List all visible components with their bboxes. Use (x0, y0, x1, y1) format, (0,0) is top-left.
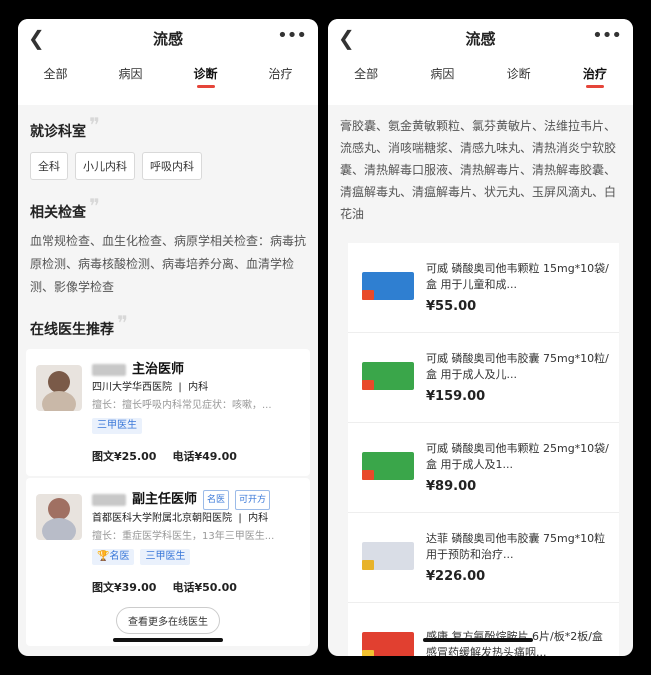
product-name: 达菲 磷酸奥司他韦胶囊 75mg*10粒 用于预防和治疗... (426, 532, 606, 561)
product-price: ¥55.00 (426, 299, 477, 314)
product-image (360, 440, 416, 496)
tab-cause[interactable]: 病因 (417, 65, 467, 82)
more-icon[interactable]: ••• (277, 25, 307, 46)
product-item[interactable]: 达菲 磷酸奥司他韦胶囊 75mg*10粒 用于预防和治疗... ¥226.00 (348, 513, 619, 603)
img-consult-price[interactable]: 图文¥25.00 (92, 448, 156, 464)
drug-list-text: 膏胶囊、氨金黄敏颗粒、氯芬黄敏片、法维拉韦片、流感丸、消咳喘糖浆、清感九味丸、清… (328, 105, 633, 235)
product-label-shape (362, 559, 374, 570)
home-indicator (423, 638, 533, 642)
product-image (360, 620, 416, 656)
img-consult-price[interactable]: 图文¥39.00 (92, 579, 156, 595)
section-title: 就诊科室 ❞ (30, 113, 100, 140)
top-bar: ❮ 流感 ••• (328, 19, 633, 57)
product-name: 感康 复方氨酚烷胺片 6片/板*2板/盒 感冒药缓解发热头痛咽... (426, 629, 603, 657)
product-name: 可威 磷酸奥司他韦颗粒 15mg*10袋/盒 用于儿童和成... (426, 262, 609, 291)
tag: 可开方 (235, 490, 271, 510)
hospital: 四川大学华西医院 (92, 382, 172, 393)
tag: 名医 (203, 490, 230, 510)
product-image (360, 530, 416, 586)
product-name: 可威 磷酸奥司他韦胶囊 75mg*10粒/盒 用于成人及儿... (426, 352, 609, 381)
doctor-title: 主治医师 (132, 362, 185, 377)
right-screen: ❮ 流感 ••• 全部 病因 诊断 治疗 膏胶囊、氨金黄敏颗粒、氯芬黄敏片、法维… (328, 19, 633, 656)
tab-cause[interactable]: 病因 (106, 65, 156, 82)
page-title: 流感 (152, 30, 183, 48)
more-doctors-button[interactable]: 查看更多在线医生 (116, 607, 220, 634)
doctor-card[interactable]: 副主任医师 名医 可开方 首都医科大学附属北京朝阳医院 | 内科 擅长：重症医学科… (26, 478, 310, 646)
home-indicator (113, 638, 223, 642)
product-item[interactable]: 可威 磷酸奥司他韦颗粒 15mg*10袋/盒 用于儿童和成... ¥55.00 (348, 243, 619, 333)
top-bar: ❮ 流感 ••• (18, 19, 318, 57)
doctor-avatar (36, 365, 82, 411)
good-at: 擅长：擅长呼吸内科常见症状：咳嗽，... (92, 400, 272, 411)
product-label-shape (362, 469, 374, 480)
section-title: 相关检查 ❞ (30, 194, 100, 221)
tab-bar: 全部 病因 诊断 治疗 (328, 57, 633, 105)
famous-badge: 🏆名医 (92, 549, 135, 565)
trophy-icon: 🏆 (97, 551, 110, 562)
product-image (360, 260, 416, 316)
phone-consult-price[interactable]: 电话¥49.00 (172, 448, 236, 464)
product-item[interactable]: 可威 磷酸奥司他韦胶囊 75mg*10粒/盒 用于成人及儿... ¥159.00 (348, 333, 619, 423)
hospital: 首都医科大学附属北京朝阳医院 (92, 513, 232, 524)
tab-treatment[interactable]: 治疗 (570, 65, 620, 88)
product-price: ¥89.00 (426, 479, 477, 494)
department: 内科 (188, 382, 209, 393)
good-at: 擅长：重症医学科医生，13年三甲医生... (92, 531, 275, 542)
product-item[interactable]: 可威 磷酸奥司他韦颗粒 25mg*10袋/盒 用于成人及1... ¥89.00 (348, 423, 619, 513)
doctor-title: 副主任医师 (132, 492, 198, 507)
dept-chip[interactable]: 小儿内科 (75, 152, 135, 180)
more-icon[interactable]: ••• (592, 25, 622, 46)
tab-diagnosis[interactable]: 诊断 (181, 65, 231, 88)
product-label-shape (362, 379, 374, 390)
product-name: 可威 磷酸奥司他韦颗粒 25mg*10袋/盒 用于成人及1... (426, 442, 609, 471)
department: 内科 (248, 513, 269, 524)
product-item[interactable]: 感康 复方氨酚烷胺片 6片/板*2板/盒 感冒药缓解发热头痛咽... (348, 603, 619, 656)
left-screen: ❮ 流感 ••• 全部 病因 诊断 治疗 就诊科室 ❞ 全科 小儿内科 呼吸内科 … (18, 19, 318, 656)
phone-consult-price[interactable]: 电话¥50.00 (172, 579, 236, 595)
product-price: ¥159.00 (426, 389, 486, 404)
blurred-name (92, 364, 126, 376)
tab-all[interactable]: 全部 (341, 65, 391, 82)
product-label-shape (362, 289, 374, 300)
tab-treatment[interactable]: 治疗 (256, 65, 306, 82)
dept-chip[interactable]: 全科 (30, 152, 68, 180)
section-title: 在线医生推荐 ❞ (30, 311, 128, 338)
doctor-card[interactable]: 主治医师 四川大学华西医院 | 内科 擅长：擅长呼吸内科常见症状：咳嗽，... … (26, 349, 310, 476)
badge: 三甲医生 (140, 549, 191, 565)
tab-diagnosis[interactable]: 诊断 (494, 65, 544, 82)
dept-list: 全科 小儿内科 呼吸内科 (30, 152, 306, 180)
product-image (360, 350, 416, 406)
tab-bar: 全部 病因 诊断 治疗 (18, 57, 318, 105)
doctor-avatar (36, 494, 82, 540)
page-title: 流感 (465, 30, 496, 48)
product-list: 可威 磷酸奥司他韦颗粒 15mg*10袋/盒 用于儿童和成... ¥55.00 可威… (348, 243, 619, 656)
exam-text: 血常规检查、血生化检查、病原学相关检查：病毒抗原检测、病毒核酸检测、病毒培养分离… (30, 234, 307, 294)
product-label-shape (362, 649, 374, 656)
dept-chip[interactable]: 呼吸内科 (142, 152, 202, 180)
diagnosis-content: 就诊科室 ❞ 全科 小儿内科 呼吸内科 相关检查 ❞ 血常规检查、血生化检查、病原学… (18, 105, 318, 646)
product-price: ¥226.00 (426, 569, 486, 584)
tab-all[interactable]: 全部 (31, 65, 81, 82)
badge: 三甲医生 (92, 418, 142, 434)
blurred-name (92, 494, 126, 506)
